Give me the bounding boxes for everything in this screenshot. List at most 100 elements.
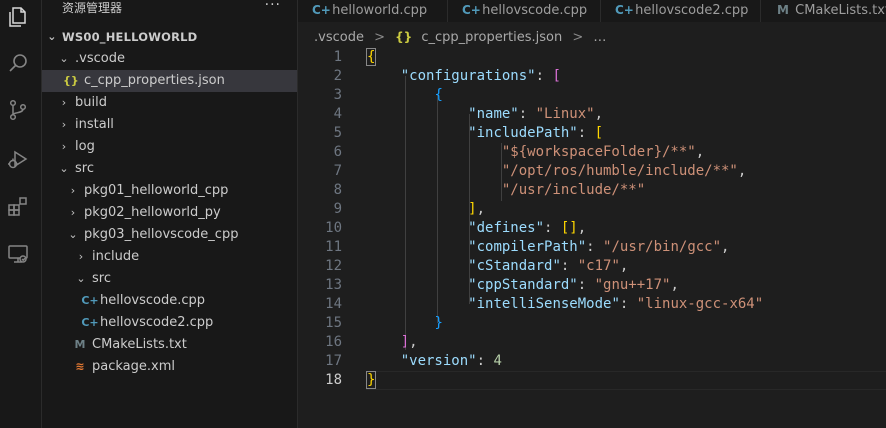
line-number: 7	[333, 163, 342, 179]
code-line: "${workspaceFolder}/**",	[501, 144, 705, 160]
cpp-file-icon: C+	[615, 3, 634, 17]
tab-label: CMakeLists.txt	[795, 3, 886, 18]
chevron-down-icon: ⌄	[59, 52, 69, 65]
tree-file-hellovscode2[interactable]: C+ hellovscode2.cpp	[42, 312, 297, 334]
json-file-icon: {}	[63, 74, 79, 87]
line-number: 8	[333, 182, 342, 198]
line-number: 13	[325, 277, 342, 293]
line-number: 2	[333, 68, 342, 84]
chevron-down-icon: ⌄	[59, 162, 69, 175]
cmake-file-icon: M	[777, 3, 789, 17]
code-line: "/usr/include/**"	[501, 182, 646, 198]
tree-file-c-cpp-properties[interactable]: {} c_cpp_properties.json	[42, 70, 297, 92]
tree-item-label: c_cpp_properties.json	[84, 73, 225, 88]
chevron-right-icon: ›	[61, 96, 67, 109]
search-icon[interactable]	[5, 50, 31, 76]
more-actions-icon[interactable]: ···	[265, 0, 281, 13]
explorer-title: 资源管理器	[62, 1, 123, 15]
tree-item-label: include	[92, 249, 140, 264]
source-control-icon[interactable]	[5, 97, 31, 123]
code-line: "intelliSenseMode": "linux-gcc-x64"	[468, 296, 764, 312]
cmake-file-icon: M	[74, 338, 86, 351]
line-number: 5	[333, 125, 342, 141]
code-line: "defines": [],	[468, 220, 587, 236]
files-icon[interactable]	[5, 4, 31, 30]
tree-item-label: hellovscode2.cpp	[100, 315, 214, 330]
tree-file-hellovscode[interactable]: C+ hellovscode.cpp	[42, 290, 297, 312]
code-line: "includePath": [	[468, 125, 604, 141]
line-number: 18	[325, 372, 342, 388]
explorer-panel: 资源管理器 ··· ⌄ WS00_HELLOWORLD ⌄ .vscode {}…	[42, 0, 298, 428]
tree-folder-include[interactable]: › include	[42, 246, 297, 268]
tree-folder-vscode[interactable]: ⌄ .vscode	[42, 48, 297, 70]
tree-folder-install[interactable]: › install	[42, 114, 297, 136]
editor-tabs: C+ helloworld.cpp C+ hellovscode.cpp C+ …	[298, 0, 886, 22]
tree-folder-build[interactable]: › build	[42, 92, 297, 114]
cpp-file-icon: C+	[81, 294, 99, 307]
cpp-file-icon: C+	[81, 316, 99, 329]
line-number: 15	[325, 315, 342, 331]
tab-helloworld-cpp[interactable]: C+ helloworld.cpp	[298, 0, 448, 22]
tree-folder-pkg01[interactable]: › pkg01_helloworld_cpp	[42, 180, 297, 202]
chevron-right-icon: ›	[78, 250, 84, 263]
line-number: 16	[325, 334, 342, 350]
tree-item-label: hellovscode.cpp	[100, 293, 206, 308]
tab-hellovscode-cpp[interactable]: C+ hellovscode.cpp	[448, 0, 601, 22]
line-number: 12	[325, 258, 342, 274]
code-line: "compilerPath": "/usr/bin/gcc",	[468, 239, 730, 255]
xml-file-icon: ≋	[75, 360, 85, 373]
tree-root-ws00-helloworld[interactable]: ⌄ WS00_HELLOWORLD	[42, 26, 297, 48]
tree-folder-pkg03[interactable]: ⌄ pkg03_hellovscode_cpp	[42, 224, 297, 246]
chevron-right-icon: ›	[61, 140, 67, 153]
code-line: ],	[468, 201, 486, 217]
breadcrumb-separator: >	[374, 30, 385, 45]
tree-item-label: CMakeLists.txt	[92, 337, 187, 352]
line-number: 6	[333, 144, 342, 160]
tree-file-package-xml[interactable]: ≋ package.xml	[42, 356, 297, 378]
chevron-down-icon: ⌄	[47, 30, 57, 43]
line-number: 17	[325, 353, 342, 369]
chevron-right-icon: ›	[70, 206, 76, 219]
breadcrumb-symbols[interactable]: …	[593, 27, 606, 49]
tree-item-label: .vscode	[75, 51, 125, 66]
chevron-down-icon: ⌄	[68, 228, 78, 241]
tab-hellovscode2-cpp[interactable]: C+ hellovscode2.cpp	[601, 0, 761, 22]
tree-item-label: src	[75, 161, 94, 176]
line-number: 3	[333, 87, 342, 103]
line-number: 14	[325, 296, 342, 312]
tree-folder-src[interactable]: ⌄ src	[42, 158, 297, 180]
code-editor[interactable]: 1 2 3 4 5 6 7 8 9 10 11 12 13 14 15 16 1…	[298, 48, 886, 428]
line-number: 1	[333, 49, 342, 65]
activity-bar	[0, 0, 42, 428]
tree-item-label: package.xml	[92, 359, 175, 374]
code-line: "name": "Linux",	[468, 106, 604, 122]
tab-label: hellovscode.cpp	[482, 3, 588, 18]
line-number: 11	[325, 239, 342, 255]
remote-explorer-icon[interactable]	[5, 241, 31, 267]
code-line: "cStandard": "c17",	[468, 258, 629, 274]
extensions-icon[interactable]	[5, 194, 31, 220]
code-line: "version": 4	[400, 353, 502, 369]
tree-folder-pkg02[interactable]: › pkg02_helloworld_py	[42, 202, 297, 224]
run-debug-icon[interactable]	[5, 146, 31, 172]
chevron-right-icon: ›	[70, 184, 76, 197]
tree-folder-src-inner[interactable]: ⌄ src	[42, 268, 297, 290]
line-number: 9	[333, 201, 342, 217]
code-line: ],	[400, 334, 418, 350]
cpp-file-icon: C+	[312, 3, 331, 17]
breadcrumb-folder[interactable]: .vscode	[298, 27, 364, 49]
breadcrumb-file[interactable]: c_cpp_properties.json	[416, 27, 562, 49]
tree-item-label: WS00_HELLOWORLD	[62, 30, 198, 44]
tree-folder-log[interactable]: › log	[42, 136, 297, 158]
code-line: "cppStandard": "gnu++17",	[468, 277, 679, 293]
json-file-icon: {}	[395, 30, 413, 44]
cpp-file-icon: C+	[462, 3, 481, 17]
tab-cmakelists[interactable]: M CMakeLists.txt	[761, 0, 886, 22]
tree-file-cmakelists[interactable]: M CMakeLists.txt	[42, 334, 297, 356]
breadcrumb: .vscode > {} c_cpp_properties.json > …	[298, 26, 606, 48]
tab-label: hellovscode2.cpp	[635, 3, 749, 18]
chevron-down-icon: ⌄	[76, 272, 86, 285]
tree-item-label: src	[92, 271, 111, 286]
line-number: 10	[325, 220, 342, 236]
chevron-right-icon: ›	[61, 118, 67, 131]
